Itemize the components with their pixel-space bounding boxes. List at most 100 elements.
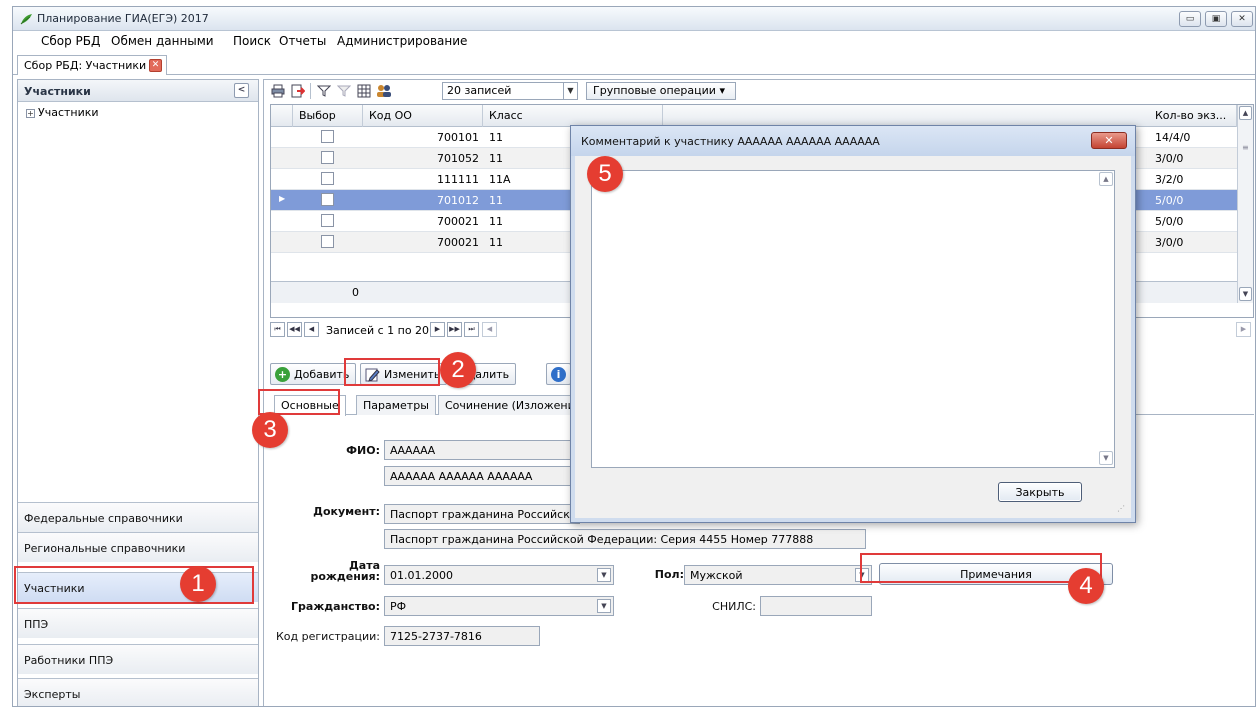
calendar-dropdown-icon[interactable]: ▼ (597, 568, 611, 582)
window-title: Планирование ГИА(ЕГЭ) 2017 (37, 12, 209, 25)
records-per-page-select[interactable]: 20 записей ▼ (442, 82, 578, 100)
row-checkbox[interactable] (321, 151, 334, 164)
row-checkbox[interactable] (321, 172, 334, 185)
document-full-field[interactable]: Паспорт гражданина Российской Федерации:… (384, 529, 866, 549)
pager-status: Записей с 1 по 20 (326, 324, 430, 337)
row-checkbox[interactable] (321, 235, 334, 248)
column-header-code[interactable]: Код ОО (363, 105, 483, 127)
step-badge-2: 2 (440, 352, 476, 388)
nav-federal-directories[interactable]: Федеральные справочники (18, 502, 258, 532)
document-label: Документ: (313, 505, 380, 518)
cell-class: 11 (489, 236, 503, 249)
scroll-right-icon[interactable]: ▶ (1236, 322, 1251, 337)
dialog-close-icon[interactable]: ✕ (1091, 132, 1127, 149)
tree-expand-icon[interactable]: + (26, 108, 35, 118)
gender-label: Пол: (654, 568, 684, 581)
menu-sbor-rbd[interactable]: Сбор РБД (39, 34, 102, 48)
tree-item-participants[interactable]: + Участники (26, 106, 99, 119)
users-icon[interactable] (376, 83, 392, 99)
cell-code: 111111 (437, 173, 479, 186)
fio-label: ФИО: (346, 444, 380, 457)
grid-toolbar: 20 записей ▼ Групповые операции ▾ (264, 80, 1255, 102)
nav-ppe[interactable]: ППЭ (18, 608, 258, 638)
tab-essay[interactable]: Сочинение (Изложение (438, 395, 588, 415)
menu-bar: Сбор РБД Обмен данными Поиск Отчеты Адми… (13, 31, 1255, 53)
collapse-panel-icon[interactable]: < (234, 83, 249, 98)
grid-header-indicator (271, 105, 293, 127)
cell-exams: 3/2/0 (1155, 173, 1184, 186)
next-block-icon[interactable]: ▶▶ (447, 322, 462, 337)
scroll-up-icon[interactable]: ▲ (1099, 172, 1113, 186)
scroll-grip-icon[interactable]: ≡ (1242, 143, 1249, 152)
nav-regional-directories[interactable]: Региональные справочники (18, 532, 258, 562)
next-page-icon[interactable]: ▶ (430, 322, 445, 337)
dialog-title: Комментарий к участнику АААААА АААААА АА… (581, 135, 880, 148)
column-header-class[interactable]: Класс (483, 105, 663, 127)
last-page-icon[interactable]: ⏭ (464, 322, 479, 337)
maximize-button[interactable]: ▣ (1205, 11, 1227, 27)
row-checkbox[interactable] (321, 130, 334, 143)
step-badge-3: 3 (252, 412, 288, 448)
menu-search[interactable]: Поиск (231, 34, 273, 48)
column-header-select[interactable]: Выбор (293, 105, 363, 127)
tab-parameters[interactable]: Параметры (356, 395, 436, 415)
grid-vertical-scrollbar[interactable]: ▲ ≡ ▼ (1237, 105, 1253, 303)
filter-icon[interactable] (316, 83, 332, 99)
close-window-button[interactable]: ✕ (1231, 11, 1253, 27)
prev-page-icon[interactable]: ◀ (304, 322, 319, 337)
nav-ppe-workers[interactable]: Работники ППЭ (18, 644, 258, 674)
print-icon[interactable] (270, 83, 286, 99)
highlight-notes-button (860, 553, 1102, 583)
row-checkbox[interactable] (321, 193, 334, 206)
cell-code: 700021 (437, 236, 479, 249)
resize-grip-icon[interactable]: ⋰ (1117, 504, 1127, 514)
title-bar: Планирование ГИА(ЕГЭ) 2017 ▭ ▣ ✕ (13, 7, 1255, 31)
scroll-left-icon[interactable]: ◀ (482, 322, 497, 337)
document-type-field[interactable]: Паспорт гражданина Российской (384, 504, 580, 524)
minimize-button[interactable]: ▭ (1179, 11, 1201, 27)
add-button-label: Добавить (294, 367, 350, 381)
textarea-scrollbar[interactable]: ▲ ▼ (1098, 171, 1114, 467)
nav-experts[interactable]: Эксперты (18, 678, 258, 706)
menu-administration[interactable]: Администрирование (335, 34, 469, 48)
first-page-icon[interactable]: ⏮ (270, 322, 285, 337)
menu-data-exchange[interactable]: Обмен данными (109, 34, 216, 48)
cell-code: 700101 (437, 131, 479, 144)
export-icon[interactable] (290, 83, 306, 99)
selected-count: 0 (352, 286, 359, 299)
cell-code: 700021 (437, 215, 479, 228)
cell-class: 11 (489, 194, 503, 207)
chevron-down-icon[interactable]: ▼ (597, 599, 611, 613)
doc-tab-participants[interactable]: Сбор РБД: Участники ✕ (17, 55, 167, 75)
scroll-down-icon[interactable]: ▼ (1239, 287, 1252, 301)
dob-field[interactable]: 01.01.2000 ▼ (384, 565, 614, 585)
highlight-participants-nav (14, 566, 254, 604)
citizenship-select[interactable]: РФ ▼ (384, 596, 614, 616)
tab-close-icon[interactable]: ✕ (149, 59, 162, 72)
fio-field-full[interactable]: АААААА АААААА АААААА (384, 466, 580, 486)
scroll-up-icon[interactable]: ▲ (1239, 106, 1252, 120)
row-checkbox[interactable] (321, 214, 334, 227)
cell-class: 11 (489, 152, 503, 165)
citizenship-value: РФ (390, 600, 407, 613)
menu-reports[interactable]: Отчеты (277, 34, 328, 48)
group-operations-button[interactable]: Групповые операции ▾ (586, 82, 736, 100)
highlight-edit-button (344, 358, 440, 386)
info-button[interactable]: i (546, 363, 571, 385)
fio-field-short[interactable]: АААААА (384, 440, 580, 460)
prev-block-icon[interactable]: ◀◀ (287, 322, 302, 337)
columns-icon[interactable] (356, 83, 372, 99)
scroll-down-icon[interactable]: ▼ (1099, 451, 1113, 465)
comment-textarea[interactable]: ▲ ▼ (591, 170, 1115, 468)
gender-select[interactable]: Мужской ▼ (684, 565, 872, 585)
column-header-exams[interactable]: Кол-во экз... (1149, 105, 1237, 127)
cell-class: 11 (489, 215, 503, 228)
registration-code-field[interactable]: 7125-2737-7816 (384, 626, 540, 646)
clear-filter-icon[interactable] (336, 83, 352, 99)
left-panel-header: Участники < (18, 80, 258, 102)
citizenship-label: Гражданство: (291, 600, 380, 613)
dialog-close-button[interactable]: Закрыть (998, 482, 1082, 502)
chevron-down-icon[interactable]: ▼ (563, 83, 577, 99)
snils-field[interactable] (760, 596, 872, 616)
cell-exams: 5/0/0 (1155, 194, 1184, 207)
